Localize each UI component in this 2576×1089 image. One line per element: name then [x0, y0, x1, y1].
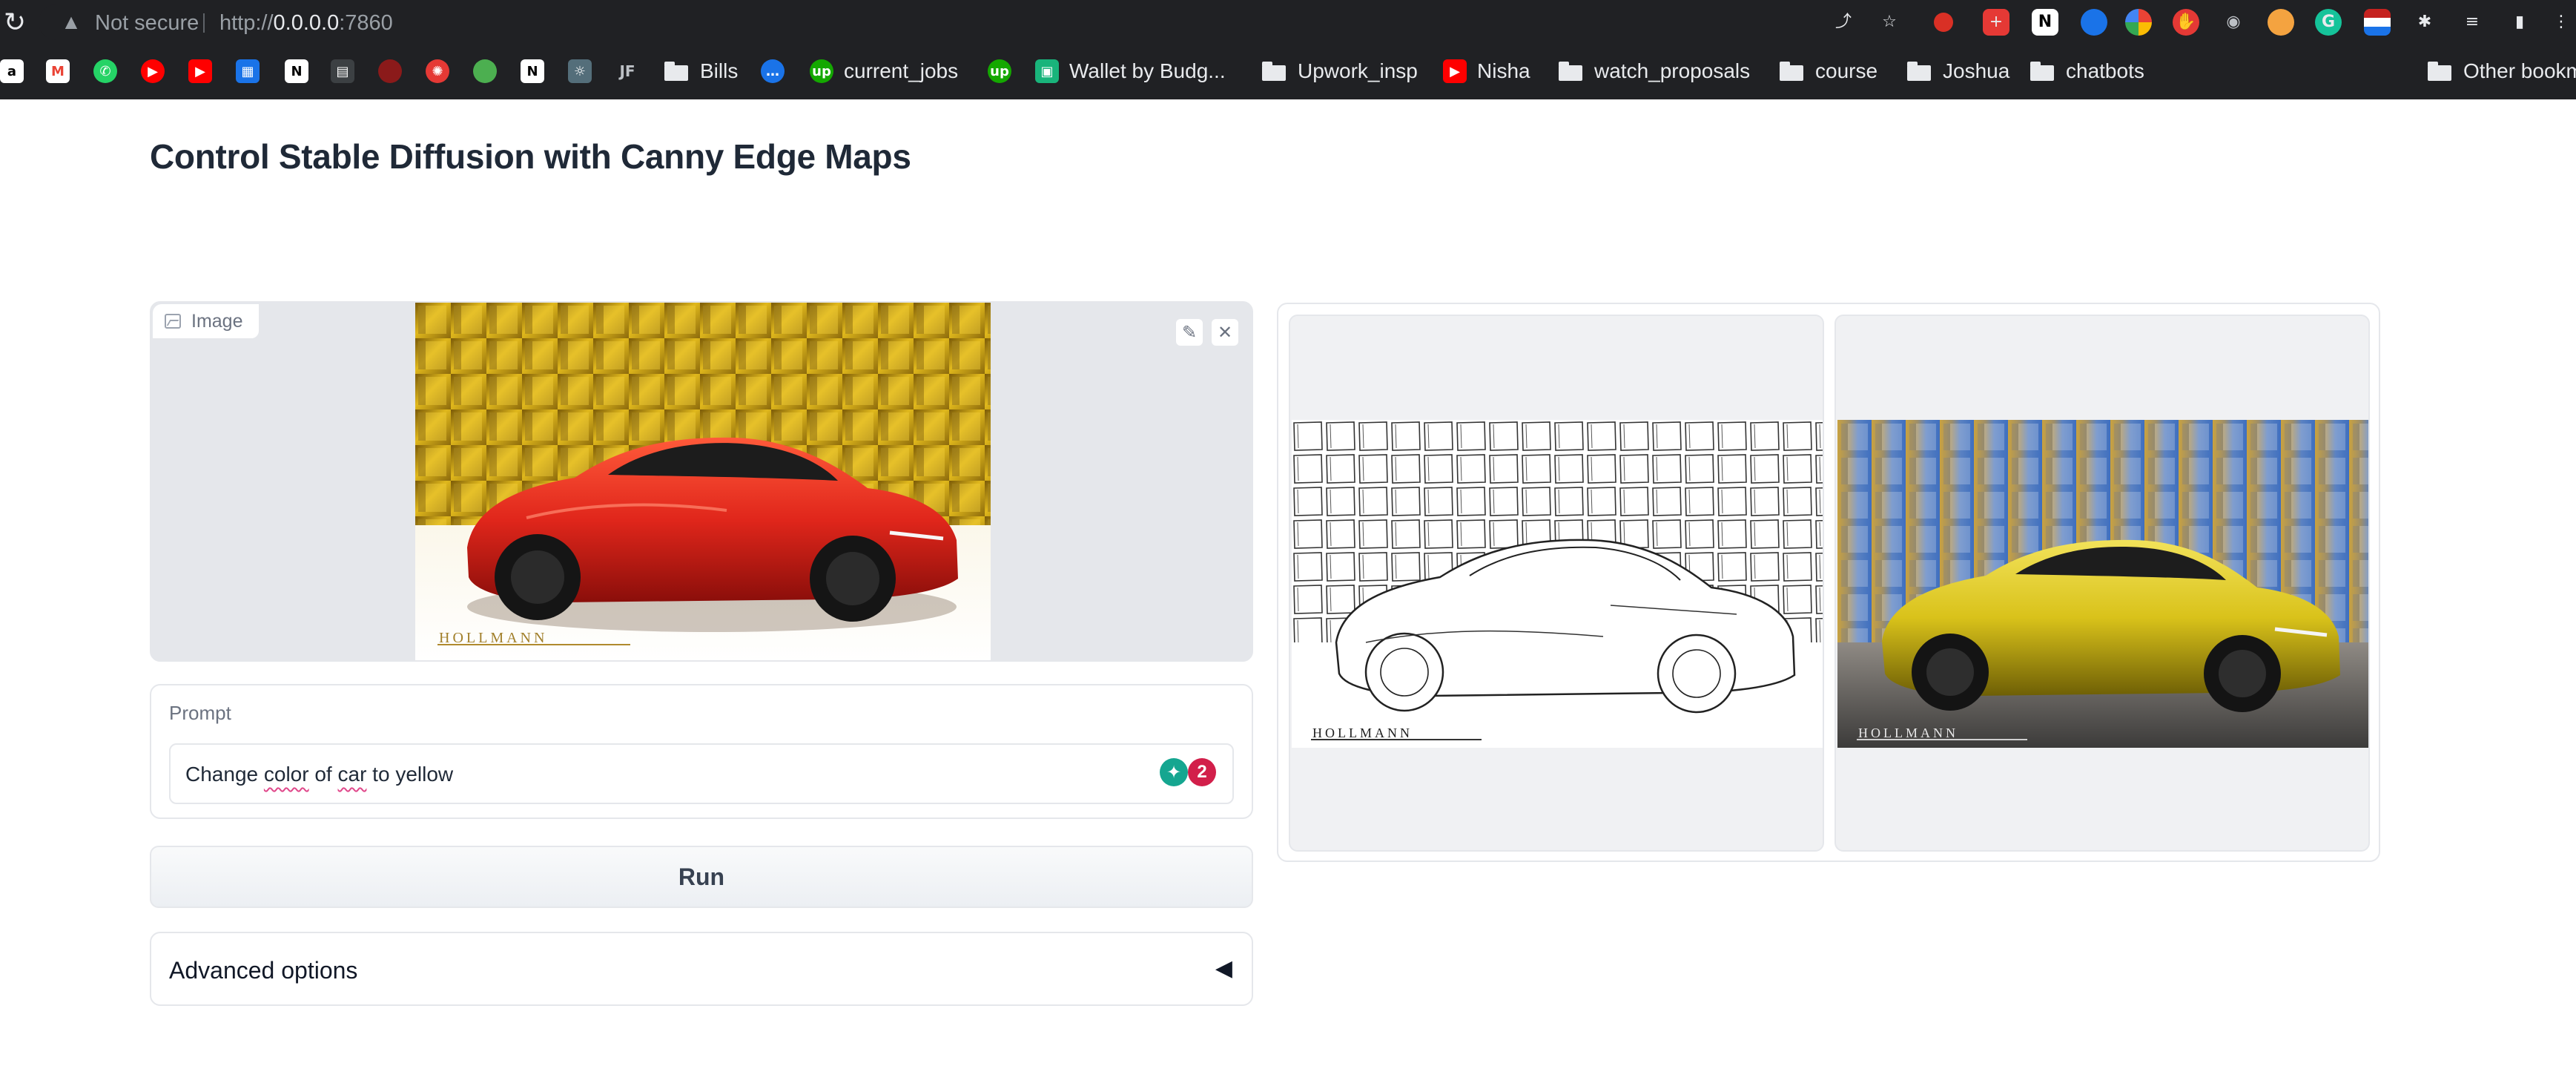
bookmarks-bar: Bills … up current_jobs up ▣ Wallet by Bud…: [0, 49, 2576, 93]
bookmark-label: Upwork_insp: [1298, 59, 1418, 82]
prompt-text-part: color: [263, 763, 309, 786]
extension-icon-2[interactable]: +: [1983, 9, 2009, 36]
side-panel-icon[interactable]: ▮: [2506, 9, 2533, 36]
bookmark-folder-other[interactable]: Other bookm: [2428, 56, 2576, 86]
gradio-app: Control Stable Diffusion with Canny Edge…: [0, 99, 2576, 1089]
edges-watermark: HOLLMANN: [1312, 726, 1413, 740]
bookmark-label: Bills: [700, 59, 739, 82]
reload-icon[interactable]: ↻: [0, 7, 30, 37]
page-title: Control Stable Diffusion with Canny Edge…: [150, 137, 911, 176]
gallery-item-result[interactable]: HOLLMANN: [1834, 315, 2370, 852]
generated-yellow-car-image: HOLLMANN: [1837, 420, 2368, 748]
url-text[interactable]: http://0.0.0.0:7860: [219, 12, 393, 34]
bookmark-label: Joshua: [1943, 59, 2010, 82]
folder-icon: [2030, 62, 2054, 81]
bookmark-folder-course[interactable]: course: [1780, 56, 1877, 86]
bookmark-label: current_jobs: [844, 59, 959, 82]
menu-icon[interactable]: ⋮: [2548, 9, 2575, 36]
notion-extension-icon[interactable]: N: [2032, 9, 2058, 36]
messenger-icon: …: [761, 59, 785, 83]
collapse-arrow-icon[interactable]: ◀: [1215, 955, 1232, 981]
upwork-icon: up: [988, 59, 1011, 83]
image-label-badge: Image: [153, 304, 261, 340]
folder-icon: [1559, 62, 1582, 81]
folder-icon: [1780, 62, 1803, 81]
grammarly-bulb-icon[interactable]: ✦: [1160, 758, 1188, 786]
folder-icon: [1262, 62, 1286, 81]
security-label[interactable]: Not secure: [95, 12, 199, 34]
grammarly-extension-icon[interactable]: G: [2315, 9, 2342, 36]
extensions-puzzle-icon[interactable]: ✱: [2411, 9, 2438, 36]
prompt-text-part: to yellow: [366, 763, 454, 786]
bookmark-label: Nisha: [1477, 59, 1530, 82]
input-watermark: HOLLMANN: [439, 630, 547, 646]
media-control-icon[interactable]: ≡: [2459, 9, 2486, 36]
omnibox[interactable]: ▲ Not secure http://0.0.0.0:7860: [39, 4, 2004, 40]
extension-icon-10[interactable]: [2364, 9, 2391, 36]
image-label: Image: [191, 310, 243, 332]
run-button[interactable]: Run: [150, 846, 1253, 908]
canny-edge-image: HOLLMANN: [1292, 420, 1823, 748]
url-bar-row: ↻ ▲ Not secure http://0.0.0.0:7860 ⤴ ☆ +…: [0, 0, 2576, 45]
bookmark-folder-chatbots[interactable]: chatbots: [2030, 56, 2144, 86]
hand-extension-icon[interactable]: ✋: [2173, 9, 2199, 36]
grammarly-count-badge[interactable]: 2: [1188, 758, 1216, 786]
warning-icon[interactable]: ▲: [59, 10, 83, 34]
image-icon: [165, 314, 181, 329]
bookmark-star-icon[interactable]: ☆: [1876, 9, 1903, 36]
bookmark-nisha[interactable]: ▶ Nisha: [1443, 56, 1530, 86]
advanced-options-label: Advanced options: [169, 957, 358, 984]
bookmark-folder-joshua[interactable]: Joshua: [1907, 56, 2009, 86]
input-car-image: HOLLMANN: [415, 303, 991, 660]
bookmark-folder-bills[interactable]: Bills: [664, 56, 738, 86]
prompt-text-part: Change: [185, 763, 264, 786]
gallery-item-edges[interactable]: HOLLMANN: [1289, 315, 1824, 852]
bookmark-folder-watch-proposals[interactable]: watch_proposals: [1559, 56, 1750, 86]
extension-icon-4[interactable]: [2081, 9, 2107, 36]
folder-icon: [664, 62, 688, 81]
image-input-panel[interactable]: HOLLMANN Image ✎ ✕: [150, 301, 1253, 662]
bookmark-label: Wallet by Budg...: [1069, 59, 1226, 82]
url-host: 0.0.0.0: [273, 11, 340, 35]
bookmark-current-jobs[interactable]: up current_jobs: [810, 56, 958, 86]
chrome-extension-icon[interactable]: [2125, 9, 2152, 36]
url-scheme: http://: [219, 11, 274, 35]
bookmark-label: course: [1815, 59, 1878, 82]
prompt-panel: Prompt Change color of car to yellow ✦ 2: [150, 684, 1253, 819]
camera-extension-icon[interactable]: ◉: [2220, 9, 2247, 36]
output-gallery: HOLLMANN HOLLMANN: [1277, 303, 2380, 862]
omnibox-separator: [203, 13, 205, 33]
close-icon[interactable]: ✕: [1210, 318, 1240, 347]
bookmark-label: watch_proposals: [1594, 59, 1751, 82]
prompt-value[interactable]: Change color of car to yellow: [185, 763, 453, 786]
folder-icon: [1907, 62, 1931, 81]
wallet-icon: ▣: [1035, 59, 1059, 83]
youtube-icon: ▶: [1443, 59, 1467, 83]
upwork-icon: up: [810, 59, 833, 83]
prompt-text-part: car: [337, 763, 367, 786]
bookmark-wallet[interactable]: ▣ Wallet by Budg...: [1035, 56, 1226, 86]
result-watermark: HOLLMANN: [1858, 726, 1958, 740]
prompt-text-part: of: [308, 763, 338, 786]
bookmark-messenger[interactable]: …: [761, 56, 795, 86]
bookmark-label: chatbots: [2066, 59, 2144, 82]
edit-icon[interactable]: ✎: [1175, 318, 1204, 347]
extension-icon-8[interactable]: [2268, 9, 2294, 36]
extension-icon-1[interactable]: [1934, 13, 1953, 32]
browser-chrome: ↻ ▲ Not secure http://0.0.0.0:7860 ⤴ ☆ +…: [0, 0, 2576, 99]
advanced-options-accordion[interactable]: Advanced options ◀: [150, 932, 1253, 1006]
share-icon[interactable]: ⤴: [1830, 9, 1857, 36]
prompt-textbox[interactable]: Change color of car to yellow ✦ 2: [169, 743, 1234, 804]
bookmark-label: Other bookm: [2463, 59, 2576, 82]
folder-icon: [2428, 62, 2451, 81]
prompt-label: Prompt: [169, 702, 231, 724]
bookmark-folder-upwork-insp[interactable]: Upwork_insp: [1262, 56, 1418, 86]
bookmark-upwork[interactable]: up: [988, 56, 1022, 86]
url-port: :7860: [339, 11, 393, 35]
